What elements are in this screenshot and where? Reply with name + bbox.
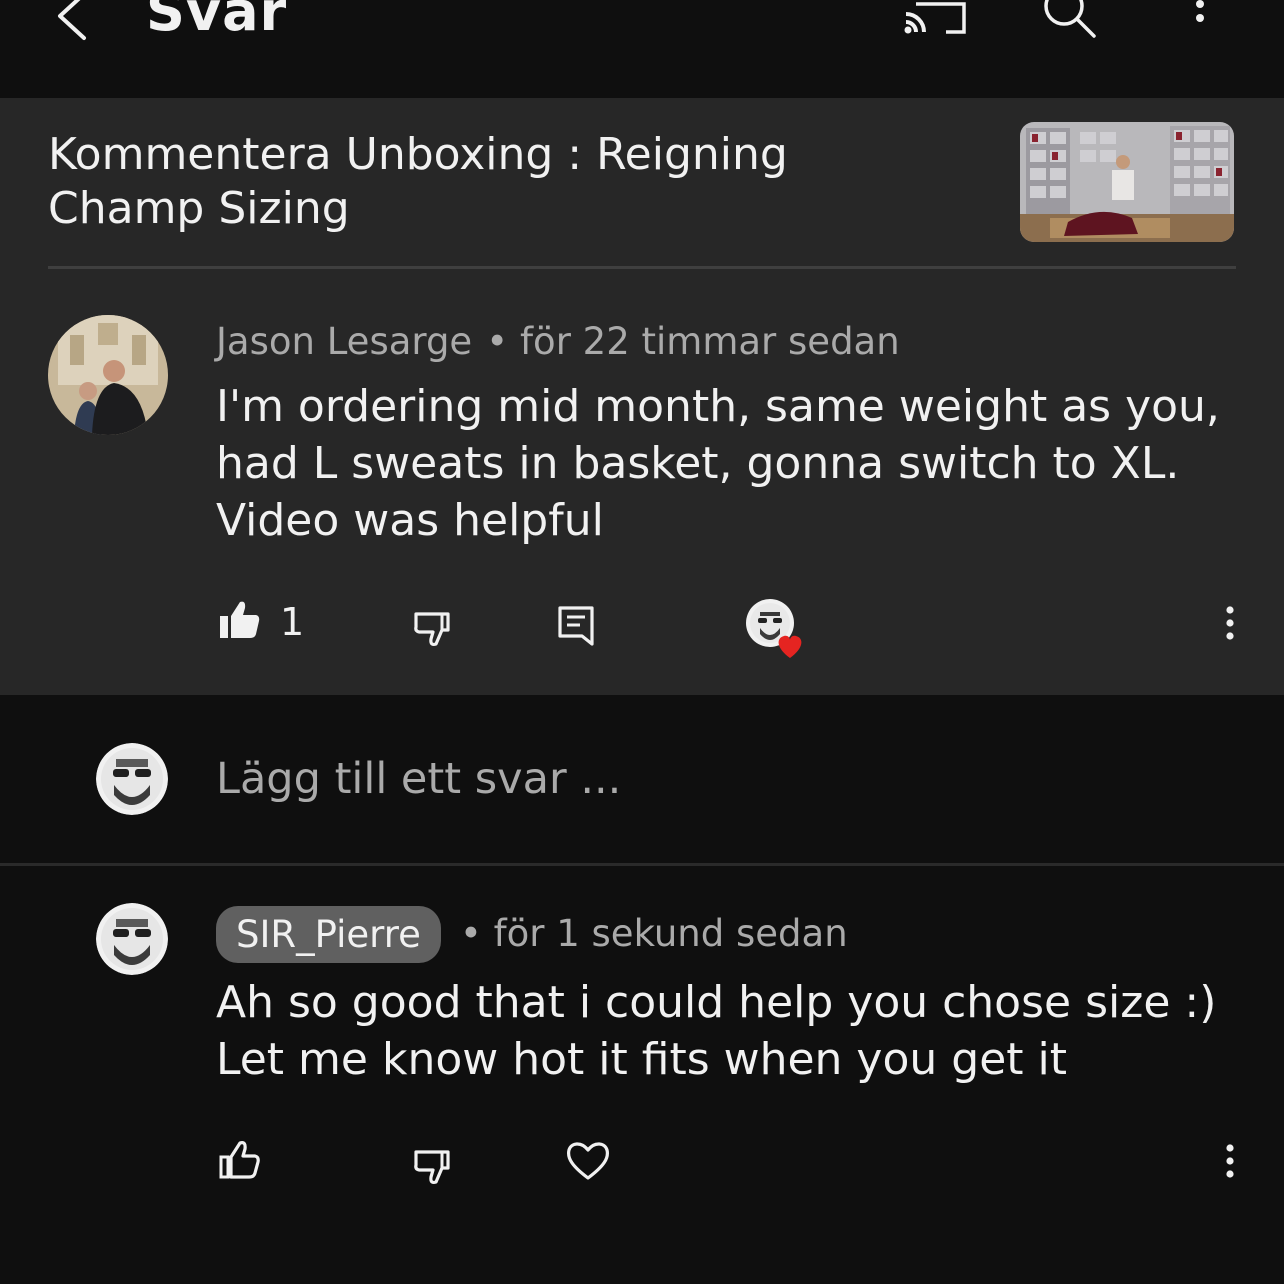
more-vert-icon[interactable] bbox=[1182, 0, 1218, 40]
like-count: 1 bbox=[280, 600, 305, 644]
comment-panel: Kommentera Unboxing : Reigning Champ Siz… bbox=[0, 98, 1284, 695]
comment-author[interactable]: Jason Lesarge bbox=[216, 320, 472, 363]
comment-meta: Jason Lesarge • för 22 timmar sedan bbox=[216, 320, 900, 364]
reply-dislike-button[interactable] bbox=[410, 1144, 456, 1190]
cast-icon[interactable] bbox=[902, 0, 970, 38]
reply-more-button[interactable] bbox=[1212, 1140, 1248, 1186]
comment-reply-icon bbox=[558, 606, 594, 646]
comment-text: I'm ordering mid month, same weight as y… bbox=[216, 381, 1220, 546]
more-vert-icon bbox=[1226, 606, 1234, 640]
avatar[interactable] bbox=[48, 315, 168, 435]
reply-author-badge[interactable]: SIR_Pierre bbox=[216, 906, 441, 963]
page-title: Svar bbox=[146, 0, 288, 43]
video-thumbnail[interactable] bbox=[1020, 122, 1234, 242]
search-icon[interactable] bbox=[1036, 0, 1100, 40]
reply-like-button[interactable] bbox=[216, 1136, 262, 1182]
comment-time: för 22 timmar sedan bbox=[520, 320, 900, 363]
meta-separator: • bbox=[486, 320, 509, 363]
heart-button[interactable] bbox=[564, 1136, 612, 1184]
more-vert-icon bbox=[1226, 1144, 1234, 1178]
video-comment-title: Kommentera Unboxing : Reigning Champ Siz… bbox=[48, 129, 788, 234]
comment-more-button[interactable] bbox=[1212, 602, 1248, 648]
thumbs-up-icon bbox=[219, 1141, 260, 1179]
section-divider bbox=[48, 266, 1236, 269]
heart-outline-icon bbox=[566, 1142, 610, 1180]
reply-meta: • för 1 sekund sedan bbox=[460, 912, 848, 956]
thumbs-down-icon bbox=[414, 612, 450, 647]
avatar[interactable] bbox=[96, 903, 168, 975]
reply-time: för 1 sekund sedan bbox=[493, 912, 848, 955]
avatar bbox=[96, 743, 168, 815]
reply-button[interactable] bbox=[556, 604, 598, 650]
like-button[interactable] bbox=[216, 596, 262, 642]
reply-input[interactable] bbox=[216, 747, 1116, 811]
meta-separator: • bbox=[460, 912, 482, 955]
reply-input-bar bbox=[0, 695, 1284, 863]
thumbs-down-icon bbox=[414, 1150, 450, 1185]
section-divider bbox=[0, 863, 1284, 866]
replies-page: Svar Kommentera Unboxing : Reigning Cham… bbox=[0, 0, 1284, 1284]
back-arrow-icon[interactable] bbox=[50, 0, 104, 44]
thumbs-up-filled-icon bbox=[220, 601, 260, 638]
reply-text: Ah so good that i could help you chose s… bbox=[216, 977, 1217, 1085]
creator-heart-badge bbox=[746, 598, 808, 660]
top-app-bar: Svar bbox=[0, 0, 1284, 98]
dislike-button[interactable] bbox=[410, 606, 456, 652]
